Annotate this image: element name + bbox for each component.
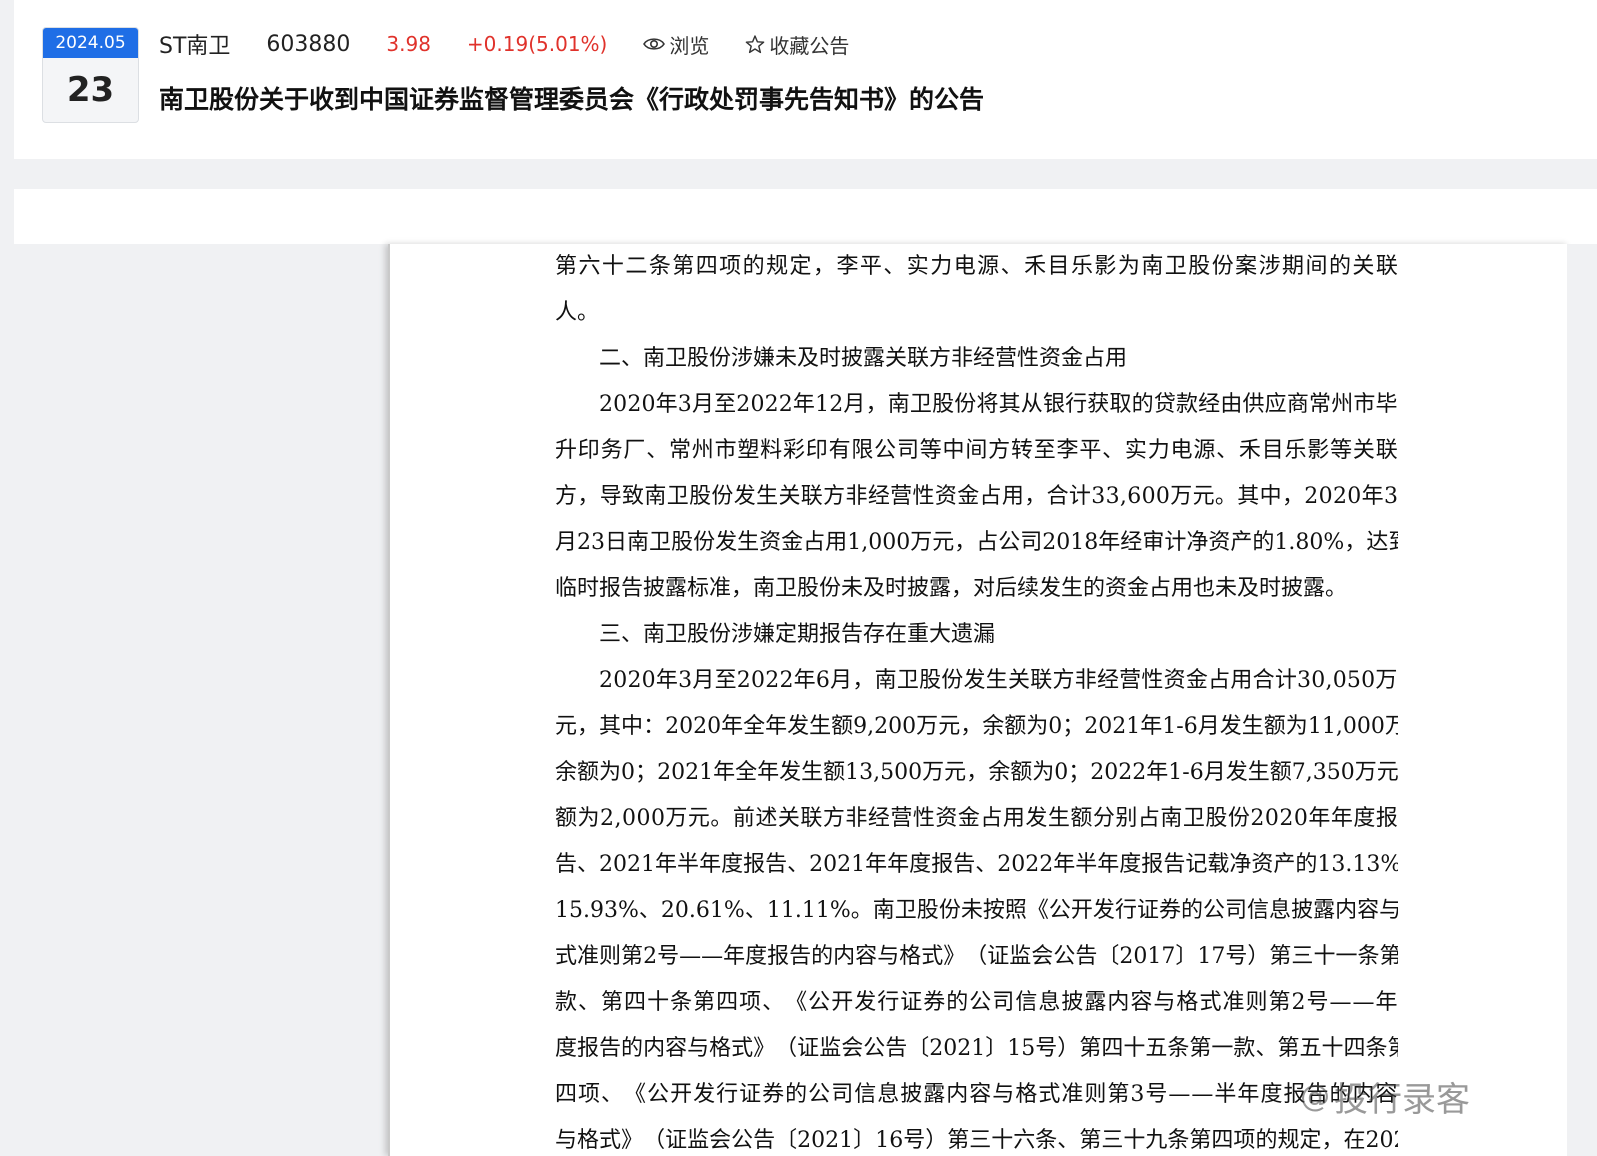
doc-line: 二、南卫股份涉嫌未及时披露关联方非经营性资金占用 [599,346,1128,371]
doc-line: 升印务厂、常州市塑料彩印有限公司等中间方转至李平、实力电源、禾目乐影等关联 [555,438,1398,463]
doc-line: 额为 2, 0 0 0 万元。前述关联方非经营性资金占用发生额分别占南卫股份 2 0 2 0 年年度… [555,806,1398,831]
watermark-prefix: @ [1300,1079,1330,1114]
stock-change: +0.19(5.01%) [466,32,608,56]
doc-line: 方，导致南卫股份发生关联方非经营性资金占用，合计 3 3, 6 0 0 万元。其中， 2 0 2 0… [555,484,1398,509]
doc-line: 与格式》（证监会公告〔 2 0 2 1 〕 1 6 号）第三十六条、第三十九条第四项的规定，在 2… [555,1128,1398,1153]
doc-line: 告、 2 0 2 1 年半年度报告、 2 0 2 1 年年度报告、 2 0 2 2 年半年度报告记载净资产的 1… [555,852,1398,877]
date-day: 23 [66,70,115,110]
doc-line: 三、南卫股份涉嫌定期报告存在重大遗漏 [599,622,996,647]
doc-line: 度报告的内容 与格式》（证监会公告〔 2 0 2 1 〕 1 5 号）第四十五条第一款、第五十四… [555,1036,1398,1061]
announcement-title: 南卫股份关于收到中国证券监督管理委员会《行政处罚事先告知书》的公告 [159,85,985,114]
eye-icon [643,36,666,52]
doc-line: 2 0 2 0 年 3 月至 2 0 2 2 年 1 2 月，南卫股份将其从银行获取的贷款经由供应商常州市毕 [599,392,1398,417]
star-outline-icon [745,34,765,54]
doc-line: 余额为 0； 2 0 2 1 年全年发生额 1 3, 5 0 0 万元，余额为 0； 2 0 2 2 年 1-6 月发生… [555,760,1398,785]
favorite-button[interactable]: 收藏公告 [745,30,849,59]
doc-line: 四项、《公开发行证券的公司信息披露内容与格式准则第 3 号 — — 半年度报告的内容 [555,1082,1398,1107]
watermark-text: 投行录客 [1334,1080,1470,1120]
doc-line: 款、第四十条第四项、《公开发行证券的公司信息披露内容与格式准则第 2 号 — — 年 [555,990,1398,1015]
favorite-label: 收藏公告 [769,33,850,58]
doc-line: 临时报告披露标准，南卫股份未及时披露，对后续发生的资金占用也未及时披露。 [555,576,1348,601]
document-toolbar [14,189,1597,244]
doc-line: 人。 [555,300,600,325]
date-month: 2024.05 [43,28,138,58]
watermark: @ 投行录客 [1300,1072,1470,1121]
doc-line: 元，其中： 2 0 2 0 年全年发生额 9, 2 0 0 万元，余额为 0； 2 0 2 1 年 1-6 月发生额… [555,714,1398,739]
document-body: 第六十二条第四项的规定，李平、实力电源、禾目乐影为南卫股份案涉期间的关联 人。 … [555,244,1398,1156]
date-badge: 2024.05 23 [42,27,139,123]
stock-price: 3.98 [386,32,431,56]
doc-line: 2 0 2 0 年 3 月至 2 0 2 2 年 6 月，南卫股份发生关联方非经营性资金占用合计 3 0, 0 5… [599,668,1398,693]
view-label: 浏览 [669,33,710,58]
stock-code[interactable]: 603880 [266,32,350,57]
right-margin-area [1567,244,1597,1156]
doc-line: 式准则第 2 号 — — 年度报告的内容与格式》（证监会公告〔 2 0 1 7 〕 1 7 号）第三十一条… [555,944,1398,969]
left-margin-area [14,244,388,1156]
view-button[interactable]: 浏览 [643,30,709,59]
doc-line: 第六十二条第四项的规定，李平、实力电源、禾目乐影为南卫股份案涉期间的关联 [555,254,1398,279]
doc-line: 1 5. 9 3%、 2 0. 6 1%、 1 1. 1 1%。南卫股份未按照《公开发行证券的公司信息… [555,898,1398,923]
doc-line: 月 2 3 日南卫股份发生资金占用 1, 0 0 0 万元，占公司 2 0 1 8 年经审计净资产的 1. 8… [555,530,1398,555]
stock-name[interactable]: ST南卫 [159,28,230,60]
stock-meta-row: ST南卫 603880 3.98 +0.19(5.01%) 浏览 收藏公告 [159,28,849,60]
